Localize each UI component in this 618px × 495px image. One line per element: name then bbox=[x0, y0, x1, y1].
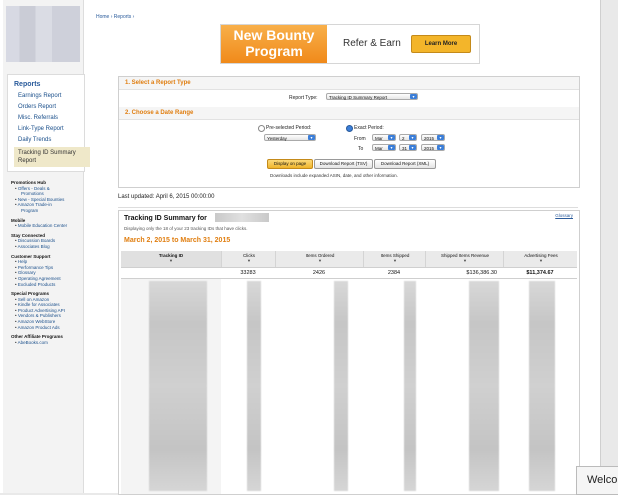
preselected-select[interactable]: Yesterday ▾ bbox=[264, 134, 316, 141]
banner-line1: New Bounty bbox=[233, 27, 315, 43]
report-type-label: Report Type: bbox=[289, 95, 318, 101]
redacted-revenue bbox=[469, 281, 499, 491]
download-xml-button[interactable]: Download Report (XML) bbox=[374, 159, 436, 169]
chevron-down-icon: ▾ bbox=[410, 94, 417, 99]
link-amazon-product-ads[interactable]: Amazon Product Ads bbox=[11, 325, 67, 331]
chevron-down-icon: ▾ bbox=[437, 145, 444, 150]
redacted-fees bbox=[529, 281, 555, 491]
chevron-down-icon: ▾ bbox=[437, 135, 444, 140]
banner-tagline: Refer & Earn bbox=[343, 38, 401, 49]
col-advertising-fees[interactable]: Advertising Fees ▼ bbox=[503, 251, 578, 267]
welcome-popup[interactable]: Welco bbox=[576, 466, 618, 495]
summary-subtitle: Displaying only the 18 of your 23 tracki… bbox=[124, 226, 248, 231]
report-form: 1. Select a Report Type Report Type: Tra… bbox=[118, 76, 580, 188]
to-month-select[interactable]: Mar ▾ bbox=[372, 144, 396, 151]
banner-line2: Program bbox=[245, 43, 303, 59]
bounty-banner[interactable]: New Bounty Program Refer & Earn Learn Mo… bbox=[220, 24, 480, 64]
section-report-type: 1. Select a Report Type bbox=[119, 77, 579, 90]
divider bbox=[118, 207, 578, 208]
banner-orange-panel: New Bounty Program bbox=[221, 25, 327, 63]
col-items-ordered[interactable]: Items Ordered ▼ bbox=[275, 251, 364, 267]
col-items-shipped[interactable]: Items Shipped ▼ bbox=[363, 251, 426, 267]
sidebar-links: Promotions Hub Offers - Deals & Promotio… bbox=[11, 180, 67, 345]
section-date-range: 2. Choose a Date Range bbox=[119, 107, 579, 120]
chevron-down-icon: ▾ bbox=[409, 145, 416, 150]
redacted-items-shipped bbox=[404, 281, 416, 491]
to-year-select[interactable]: 2015 ▾ bbox=[421, 144, 445, 151]
nav-daily-trends[interactable]: Daily Trends bbox=[18, 137, 51, 143]
reports-title: Reports bbox=[14, 81, 41, 88]
table-header: Tracking ID ▼ Clicks ▼ Items Ordered ▼ Item… bbox=[121, 251, 577, 268]
summary-title: Tracking ID Summary for bbox=[124, 215, 207, 222]
chevron-down-icon: ▾ bbox=[388, 145, 395, 150]
chevron-down-icon: ▾ bbox=[308, 135, 315, 140]
nav-link-type-report[interactable]: Link-Type Report bbox=[18, 126, 64, 132]
redacted-clicks bbox=[247, 281, 261, 491]
link-mobile-education[interactable]: Mobile Education Center bbox=[11, 223, 67, 229]
preselected-label: Pre-selected Period: bbox=[266, 125, 312, 131]
totals-row: 33283 2426 2384 $136,386.30 $11,374.67 bbox=[121, 268, 577, 279]
col-tracking-id[interactable]: Tracking ID ▼ bbox=[121, 251, 221, 267]
preselected-radio[interactable] bbox=[258, 125, 265, 132]
chevron-down-icon: ▾ bbox=[388, 135, 395, 140]
nav-earnings-report[interactable]: Earnings Report bbox=[18, 93, 61, 99]
last-updated: Last updated: April 6, 2015 00:00:00 bbox=[118, 194, 215, 200]
col-clicks[interactable]: Clicks ▼ bbox=[221, 251, 276, 267]
total-advertising-fees: $11,374.67 bbox=[526, 270, 554, 276]
nav-tracking-line1: Tracking ID Summary bbox=[18, 150, 76, 156]
breadcrumb[interactable]: Home › Reports › bbox=[96, 14, 134, 20]
download-tsv-button[interactable]: Download Report (TSV) bbox=[314, 159, 373, 169]
reports-nav: Reports Earnings Report Orders Report Mi… bbox=[7, 74, 90, 172]
total-revenue: $136,386.30 bbox=[466, 270, 497, 276]
redacted-tracking-ids bbox=[149, 281, 207, 491]
link-abebooks[interactable]: AbeBooks.com bbox=[11, 340, 67, 346]
redacted-items-ordered bbox=[334, 281, 348, 491]
summary-date-range: March 2, 2015 to March 31, 2015 bbox=[124, 237, 231, 244]
total-items-shipped: 2384 bbox=[387, 270, 401, 276]
nav-orders-report[interactable]: Orders Report bbox=[18, 104, 56, 110]
col-shipped-revenue[interactable]: Shipped Items Revenue ▼ bbox=[425, 251, 504, 267]
report-type-select[interactable]: Tracking ID Summary Report ▾ bbox=[326, 93, 418, 100]
to-day-select[interactable]: 31 ▾ bbox=[399, 144, 417, 151]
total-clicks: 33283 bbox=[240, 270, 256, 276]
total-items-ordered: 2426 bbox=[312, 270, 326, 276]
nav-misc-referrals[interactable]: Misc. Referrals bbox=[18, 115, 58, 121]
account-avatar bbox=[6, 6, 80, 62]
chevron-down-icon: ▾ bbox=[409, 135, 416, 140]
tracking-summary-panel: Tracking ID Summary for Glossary Display… bbox=[118, 210, 580, 495]
display-on-page-button[interactable]: Display on page bbox=[267, 159, 313, 169]
downloads-note: Downloads include expanded ASIN, date, a… bbox=[270, 173, 398, 178]
left-column: Reports Earnings Report Orders Report Mi… bbox=[3, 0, 90, 493]
from-label: From bbox=[354, 136, 366, 142]
page: Reports Earnings Report Orders Report Mi… bbox=[0, 0, 601, 495]
exact-period-label: Exact Period: bbox=[354, 125, 384, 131]
nav-tracking-line2: Report bbox=[18, 158, 37, 164]
exact-period-radio[interactable] bbox=[346, 125, 353, 132]
to-label: To bbox=[358, 146, 364, 152]
preselected-value: Yesterday bbox=[267, 136, 287, 141]
from-day-select[interactable]: 2 ▾ bbox=[399, 134, 417, 141]
from-year-select[interactable]: 2015 ▾ bbox=[421, 134, 445, 141]
learn-more-button[interactable]: Learn More bbox=[411, 35, 471, 53]
redacted-account-name bbox=[215, 213, 269, 222]
nav-tracking-id-summary[interactable]: Tracking ID Summary Report bbox=[14, 147, 90, 167]
from-month-select[interactable]: Mar ▾ bbox=[372, 134, 396, 141]
report-type-value: Tracking ID Summary Report bbox=[329, 95, 388, 100]
link-operating-agreement[interactable]: Operating Agreement bbox=[11, 276, 67, 282]
glossary-link[interactable]: Glossary bbox=[555, 213, 573, 218]
